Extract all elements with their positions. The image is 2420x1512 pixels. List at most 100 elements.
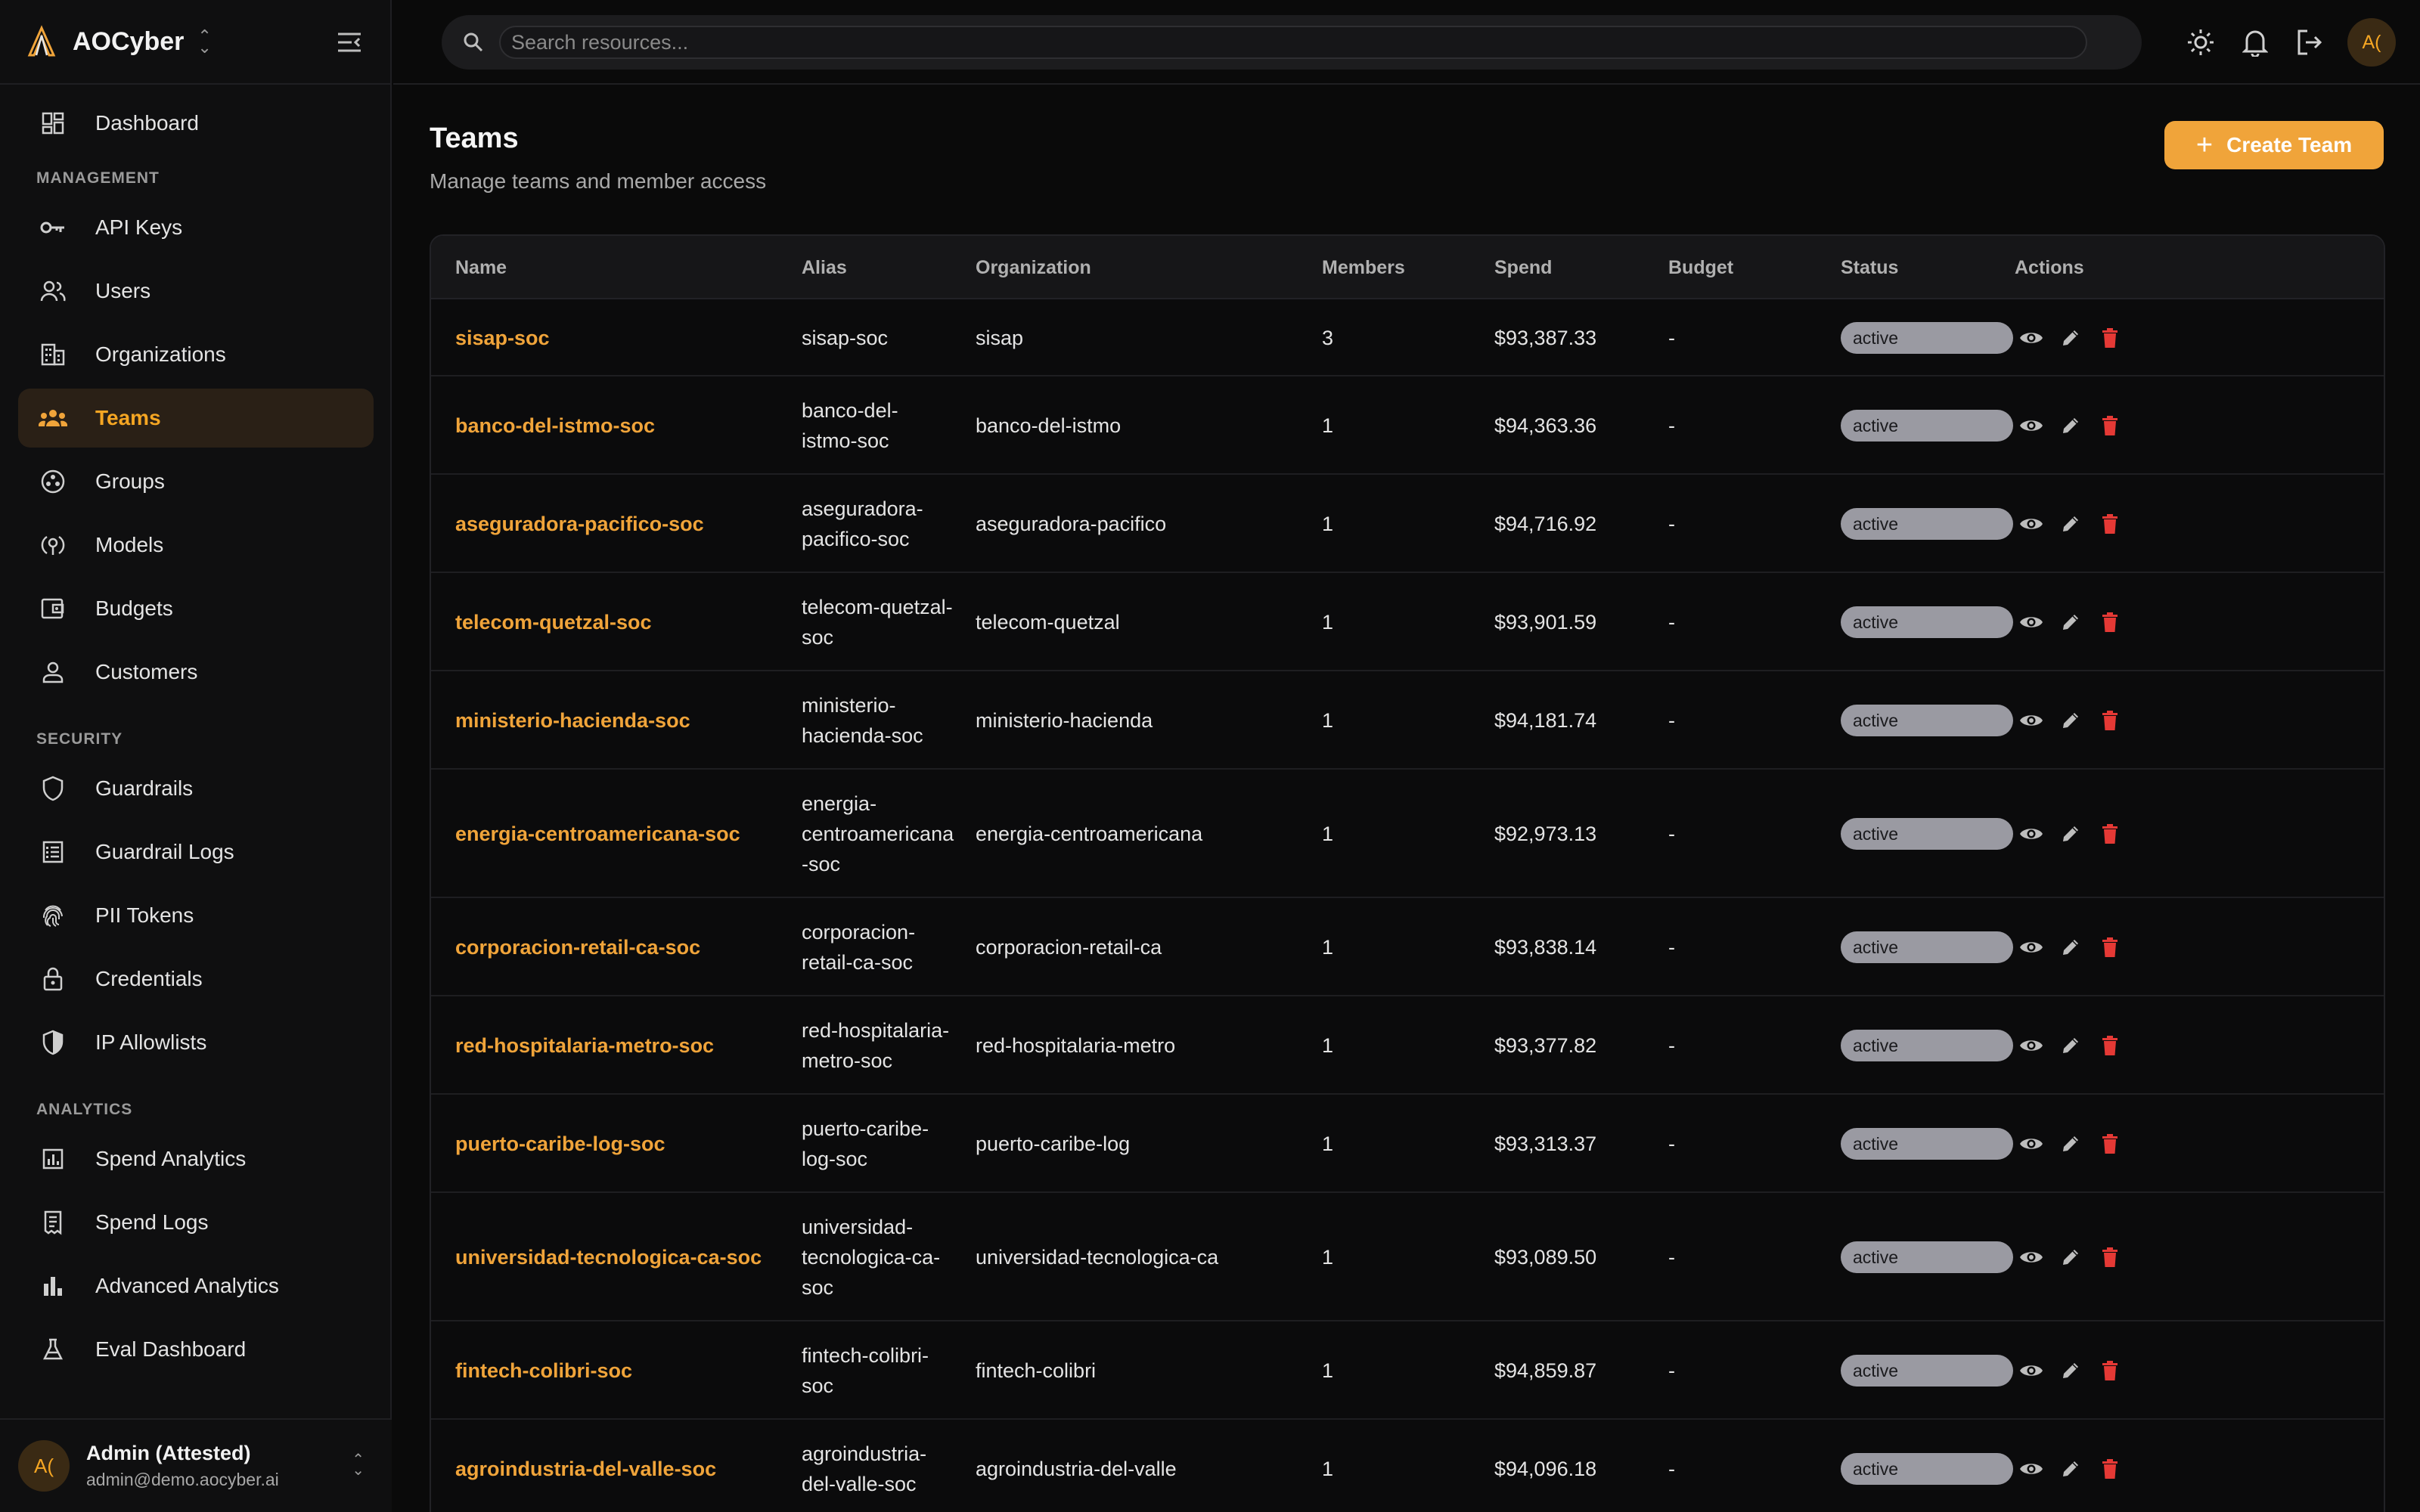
edit-icon[interactable]: [2057, 820, 2084, 847]
delete-icon[interactable]: [2096, 412, 2124, 439]
column-header-members[interactable]: Members: [1322, 257, 1405, 279]
delete-icon[interactable]: [2096, 324, 2124, 352]
team-name-link[interactable]: universidad-tecnologica-ca-soc: [455, 1193, 796, 1321]
table-row[interactable]: ministerio-hacienda-soc ministerio- hacie…: [431, 671, 2384, 770]
sidebar-item-credentials[interactable]: Credentials: [18, 950, 374, 1009]
user-profile[interactable]: A( Admin (Attested) admin@demo.aocyber.a…: [0, 1418, 392, 1512]
sidebar-item-customers[interactable]: Customers: [18, 643, 374, 702]
table-row[interactable]: puerto-caribe-log-soc puerto-caribe- log-…: [431, 1095, 2384, 1193]
table-row[interactable]: telecom-quetzal-soc telecom-quetzal- soc t…: [431, 573, 2384, 671]
delete-icon[interactable]: [2096, 934, 2124, 961]
team-name-link[interactable]: puerto-caribe-log-soc: [455, 1095, 796, 1193]
sidebar-item-guardrail-logs[interactable]: Guardrail Logs: [18, 823, 374, 881]
view-icon[interactable]: [2018, 1357, 2045, 1384]
view-icon[interactable]: [2018, 934, 2045, 961]
team-name-link[interactable]: sisap-soc: [455, 299, 796, 376]
column-header-name[interactable]: Name: [455, 257, 507, 279]
edit-icon[interactable]: [2057, 1455, 2084, 1483]
team-name-link[interactable]: aseguradora-pacifico-soc: [455, 475, 796, 573]
view-icon[interactable]: [2018, 1244, 2045, 1271]
view-icon[interactable]: [2018, 510, 2045, 538]
edit-icon[interactable]: [2057, 707, 2084, 734]
edit-icon[interactable]: [2057, 1032, 2084, 1059]
sidebar-collapse-icon[interactable]: [334, 27, 365, 57]
bell-icon[interactable]: [2238, 26, 2272, 59]
delete-icon[interactable]: [2096, 1455, 2124, 1483]
sun-icon[interactable]: [2184, 26, 2217, 59]
delete-icon[interactable]: [2096, 510, 2124, 538]
table-row[interactable]: aseguradora-pacifico-soc aseguradora- pac…: [431, 475, 2384, 573]
edit-icon[interactable]: [2057, 1357, 2084, 1384]
table-row[interactable]: sisap-soc sisap-soc sisap 3 $93,387.33 - activ…: [431, 299, 2384, 376]
edit-icon[interactable]: [2057, 1130, 2084, 1157]
sidebar-item-pii-tokens[interactable]: PII Tokens: [18, 886, 374, 945]
view-icon[interactable]: [2018, 820, 2045, 847]
sidebar-item-teams[interactable]: Teams: [18, 389, 374, 448]
delete-icon[interactable]: [2096, 820, 2124, 847]
sidebar-item-api-keys[interactable]: API Keys: [18, 198, 374, 257]
column-header-organization[interactable]: Organization: [976, 257, 1091, 279]
view-icon[interactable]: [2018, 412, 2045, 439]
column-header-status[interactable]: Status: [1841, 257, 1898, 279]
view-icon[interactable]: [2018, 1455, 2045, 1483]
table-row[interactable]: agroindustria-del-valle-soc agroindustria…: [431, 1420, 2384, 1512]
delete-icon[interactable]: [2096, 1357, 2124, 1384]
edit-icon[interactable]: [2057, 934, 2084, 961]
team-name-link[interactable]: agroindustria-del-valle-soc: [455, 1420, 796, 1512]
table-row[interactable]: fintech-colibri-soc fintech-colibri- soc f…: [431, 1321, 2384, 1420]
chevron-up-down-icon[interactable]: ⌃ ⌄: [352, 1452, 365, 1478]
team-alias: universidad- tecnologica-ca- soc: [802, 1216, 941, 1299]
chevron-up-down-icon[interactable]: ⌃ ⌄: [197, 27, 211, 56]
edit-icon[interactable]: [2057, 412, 2084, 439]
sidebar-item-budgets[interactable]: Budgets: [18, 579, 374, 638]
sidebar-item-eval-dashboard[interactable]: Eval Dashboard: [18, 1320, 374, 1379]
delete-icon[interactable]: [2096, 609, 2124, 636]
edit-icon[interactable]: [2057, 324, 2084, 352]
team-name-link[interactable]: telecom-quetzal-soc: [455, 573, 796, 671]
sidebar-item-models[interactable]: Models: [18, 516, 374, 575]
table-row[interactable]: universidad-tecnologica-ca-soc universida…: [431, 1193, 2384, 1321]
team-name-link[interactable]: fintech-colibri-soc: [455, 1321, 796, 1420]
view-icon[interactable]: [2018, 1130, 2045, 1157]
column-header-budget[interactable]: Budget: [1668, 257, 1733, 279]
table-row[interactable]: red-hospitalaria-metro-soc red-hospitalar…: [431, 996, 2384, 1095]
sidebar-item-users[interactable]: Users: [18, 262, 374, 321]
team-name-link[interactable]: corporacion-retail-ca-soc: [455, 898, 796, 996]
sidebar-item-spend-analytics[interactable]: Spend Analytics: [18, 1129, 374, 1188]
user-email: admin@demo.aocyber.ai: [86, 1470, 279, 1489]
column-header-spend[interactable]: Spend: [1494, 257, 1552, 279]
table-row[interactable]: banco-del-istmo-soc banco-del- istmo-soc b…: [431, 376, 2384, 475]
sidebar-item-organizations[interactable]: Organizations: [18, 325, 374, 384]
view-icon[interactable]: [2018, 324, 2045, 352]
view-icon[interactable]: [2018, 1032, 2045, 1059]
sidebar-item-spend-logs[interactable]: Spend Logs: [18, 1193, 374, 1252]
edit-icon[interactable]: [2057, 510, 2084, 538]
delete-icon[interactable]: [2096, 1032, 2124, 1059]
table-row[interactable]: corporacion-retail-ca-soc corporacion- re…: [431, 898, 2384, 996]
delete-icon[interactable]: [2096, 1130, 2124, 1157]
sidebar-item-guardrails[interactable]: Guardrails: [18, 759, 374, 818]
search-input[interactable]: [499, 26, 2087, 59]
team-name-link[interactable]: banco-del-istmo-soc: [455, 376, 796, 475]
edit-icon[interactable]: [2057, 1244, 2084, 1271]
status-badge: active: [1841, 1355, 2013, 1387]
view-icon[interactable]: [2018, 609, 2045, 636]
team-name-link[interactable]: ministerio-hacienda-soc: [455, 671, 796, 770]
sidebar-item-groups[interactable]: Groups: [18, 452, 374, 511]
table-row[interactable]: energia-centroamericana-soc energia- cent…: [431, 770, 2384, 898]
sidebar-item-ip-allowlists[interactable]: IP Allowlists: [18, 1013, 374, 1072]
create-team-button[interactable]: + Create Team: [2164, 121, 2384, 169]
brand-header[interactable]: AOCyber ⌃ ⌄: [0, 0, 392, 85]
column-header-actions[interactable]: Actions: [2015, 257, 2084, 279]
logout-icon[interactable]: [2293, 26, 2326, 59]
edit-icon[interactable]: [2057, 609, 2084, 636]
view-icon[interactable]: [2018, 707, 2045, 734]
delete-icon[interactable]: [2096, 1244, 2124, 1271]
sidebar-item-advanced-analytics[interactable]: Advanced Analytics: [18, 1256, 374, 1315]
column-header-alias[interactable]: Alias: [802, 257, 847, 279]
delete-icon[interactable]: [2096, 707, 2124, 734]
header-avatar[interactable]: A(: [2347, 18, 2396, 67]
team-name-link[interactable]: red-hospitalaria-metro-soc: [455, 996, 796, 1095]
sidebar-item-dashboard[interactable]: Dashboard: [18, 94, 374, 153]
team-name-link[interactable]: energia-centroamericana-soc: [455, 770, 796, 898]
